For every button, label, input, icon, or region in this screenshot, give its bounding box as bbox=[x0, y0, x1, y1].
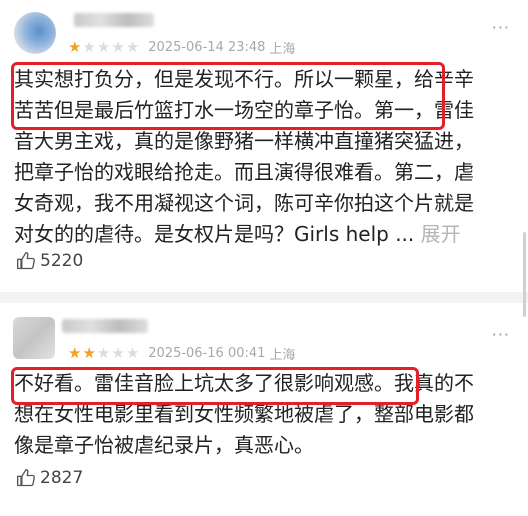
star-icon: ★ bbox=[82, 38, 96, 56]
star-icon: ★ bbox=[82, 344, 96, 362]
review-time: 2025-06-14 23:48 bbox=[148, 40, 266, 55]
review-meta: ★ ★ ★ ★ ★ 2025-06-14 23:48 上海 bbox=[68, 38, 296, 58]
review-line: 苦苦但是最后竹篮打水一场空的章子怡。第一，雷佳 bbox=[14, 98, 474, 122]
review-line: 想在女性电影里看到女性频繁地被虐了，整部电影都 bbox=[14, 402, 474, 426]
review-location: 上海 bbox=[269, 42, 296, 57]
review-location: 上海 bbox=[269, 348, 296, 363]
like-count: 5220 bbox=[40, 251, 84, 271]
rating-stars: ★ ★ ★ ★ ★ bbox=[68, 40, 140, 55]
rating-stars: ★ ★ ★ ★ ★ bbox=[68, 346, 140, 361]
star-icon: ★ bbox=[125, 38, 140, 56]
review-line: 像是章子怡被虐纪录片，真恶心。 bbox=[14, 433, 314, 457]
review-time: 2025-06-16 00:41 bbox=[148, 346, 266, 361]
divider bbox=[0, 292, 528, 303]
star-icon: ★ bbox=[96, 38, 111, 56]
review-card: ★ ★ ★ ★ ★ 2025-06-16 00:41 上海 ··· 不好看。雷佳… bbox=[0, 303, 528, 516]
star-icon: ★ bbox=[96, 344, 111, 362]
like-button[interactable]: 5220 bbox=[16, 251, 83, 271]
avatar[interactable] bbox=[14, 12, 56, 54]
review-line: 其实想打负分，但是发现不行。所以一颗星，给辛辛 bbox=[14, 67, 474, 91]
like-count: 2827 bbox=[40, 468, 84, 488]
like-button[interactable]: 2827 bbox=[16, 468, 83, 488]
review-line: 对女的的虐待。是女权片是吗？Girls help ... bbox=[14, 222, 415, 246]
thumbs-up-icon bbox=[17, 469, 35, 487]
star-icon: ★ bbox=[68, 344, 82, 362]
review-card: ★ ★ ★ ★ ★ 2025-06-14 23:48 上海 ··· 其实想打负分… bbox=[0, 0, 528, 292]
expand-link[interactable]: 展开 bbox=[421, 222, 461, 246]
more-icon[interactable]: ··· bbox=[492, 325, 510, 344]
review-line: 音大男主戏，真的是像野猪一样横冲直撞猪突猛进， bbox=[14, 129, 474, 153]
review-text[interactable]: 不好看。雷佳音脸上坑太多了很影响观感。我真的不 想在女性电影里看到女性频繁地被虐… bbox=[14, 368, 514, 461]
thumbs-up-icon bbox=[17, 252, 35, 270]
more-icon[interactable]: ··· bbox=[492, 18, 510, 37]
review-meta: ★ ★ ★ ★ ★ 2025-06-16 00:41 上海 bbox=[68, 344, 296, 364]
star-icon: ★ bbox=[111, 38, 125, 56]
review-line: 把章子怡的戏眼给抢走。而且演得很难看。第二，虐 bbox=[14, 160, 474, 184]
username-blurred[interactable] bbox=[62, 319, 148, 333]
review-line: 女奇观，我不用凝视这个词，陈可辛你拍这个片就是 bbox=[14, 191, 474, 215]
username-blurred[interactable] bbox=[74, 13, 154, 27]
review-text[interactable]: 其实想打负分，但是发现不行。所以一颗星，给辛辛 苦苦但是最后竹篮打水一场空的章子… bbox=[14, 64, 514, 250]
star-icon: ★ bbox=[111, 344, 125, 362]
star-icon: ★ bbox=[125, 344, 140, 362]
scrollbar[interactable] bbox=[523, 232, 526, 317]
star-icon: ★ bbox=[68, 38, 82, 56]
review-line: 不好看。雷佳音脸上坑太多了很影响观感。我真的不 bbox=[14, 371, 474, 395]
avatar[interactable] bbox=[13, 317, 55, 359]
